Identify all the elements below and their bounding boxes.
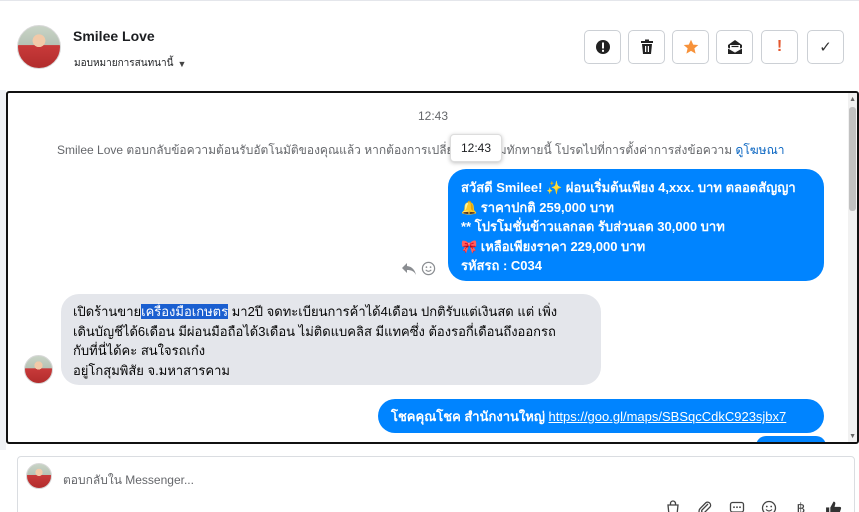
message-text: เปิดร้านขาย: [73, 304, 142, 319]
exclamation-icon: !: [776, 38, 783, 55]
caret-down-icon: ▼: [177, 58, 187, 69]
auto-reply-notice-text: Smilee Love ตอบกลับข้อความต้อนรับอัตโนมั…: [57, 143, 733, 157]
composer-toolbar: ฿: [664, 499, 842, 512]
mail-archive-icon: [727, 40, 742, 54]
star-button[interactable]: [672, 30, 709, 64]
message-line: เดินบัญชีได้6เดือน มีผ่อนมือถือได้3เดือน…: [73, 323, 556, 339]
sender-avatar: [24, 355, 53, 384]
outgoing-message[interactable]: สวัสดี Smilee! ✨ ผ่อนเริ่มต้นเพียง 4,xxx…: [448, 169, 824, 281]
message-line: 🎀 เหลือเพียงราคา 229,000 บาท: [461, 238, 646, 254]
map-link[interactable]: https://goo.gl/maps/SBSqcCdkC923sjbx7: [549, 409, 787, 424]
assign-conversation-dropdown[interactable]: มอบหมายการสนทนานี้ ▼: [74, 56, 186, 71]
page-avatar: [26, 463, 52, 489]
message-line: 🔔 ราคาปกติ 259,000 บาท: [461, 199, 614, 215]
contact-name[interactable]: Smilee Love: [73, 28, 155, 44]
mark-done-button[interactable]: ✓: [807, 30, 844, 64]
outgoing-message-partial[interactable]: [756, 436, 826, 442]
baht-icon[interactable]: ฿: [792, 499, 810, 512]
message-thread[interactable]: 12:43 Smilee Love ตอบกลับข้อความต้อนรับอ…: [6, 91, 859, 444]
trash-icon: [640, 39, 653, 54]
shopping-bag-icon[interactable]: [664, 499, 682, 512]
scroll-up-arrow-icon[interactable]: ▲: [849, 96, 856, 103]
emoji-icon[interactable]: [760, 499, 778, 512]
reply-icon[interactable]: [401, 262, 417, 276]
message-timestamp: 12:43: [418, 109, 449, 123]
message-actions: [401, 261, 436, 276]
alert-circle-icon: [595, 40, 610, 54]
emoji-react-icon[interactable]: [421, 261, 436, 276]
archive-button[interactable]: [716, 30, 753, 64]
assign-label: มอบหมายการสนทนานี้: [74, 58, 174, 69]
messenger-inbox-page: Smilee Love มอบหมายการสนทนานี้ ▼ ! ✓ 12:…: [0, 0, 859, 512]
avatar[interactable]: [17, 25, 61, 69]
scrollbar-thumb[interactable]: [849, 107, 856, 211]
timestamp-tooltip: 12:43: [450, 134, 503, 162]
message-line: สวัสดี Smilee! ✨ ผ่อนเริ่มต้นเพียง 4,xxx…: [461, 180, 796, 195]
attachment-icon[interactable]: [696, 499, 714, 512]
reply-input[interactable]: ตอบกลับใน Messenger...: [63, 471, 194, 490]
message-line: ** โปรโมชั่นข้าวแลกลด รับส่วนลด 30,000 บ…: [461, 219, 725, 234]
delete-button[interactable]: [628, 30, 665, 64]
star-icon: [683, 39, 698, 54]
scroll-down-arrow-icon[interactable]: ▼: [849, 433, 856, 440]
incoming-message[interactable]: เปิดร้านขายเครื่องมือเกษตร มา2ปี จดทะเบี…: [61, 294, 601, 385]
message-line: เปิดร้านขายเครื่องมือเกษตร มา2ปี จดทะเบี…: [73, 302, 589, 322]
message-line: รหัสรถ : C034: [461, 258, 542, 273]
message-text: โชคคุณโชค สำนักงานใหญ่: [391, 409, 545, 424]
auto-reply-notice: Smilee Love ตอบกลับข้อความต้อนรับอัตโนมั…: [57, 141, 797, 160]
view-ad-link[interactable]: ดูโฆษณา: [736, 143, 785, 157]
mark-important-button[interactable]: !: [761, 30, 798, 64]
scrollbar[interactable]: ▲ ▼: [848, 93, 857, 442]
message-text: มา2ปี จดทะเบียนการค้าได้4เดือน ปกติรับแต…: [228, 304, 558, 319]
reply-composer[interactable]: ตอบกลับใน Messenger... ฿: [17, 456, 855, 512]
thumbs-up-icon[interactable]: [824, 499, 842, 512]
selected-text: เครื่องมือเกษตร: [141, 304, 229, 319]
conversation-header: Smilee Love มอบหมายการสนทนานี้ ▼ ! ✓: [0, 0, 859, 90]
message-line: กับที่นี่ได้คะ สนใจรถเก๋ง: [73, 343, 206, 359]
saved-reply-icon[interactable]: [728, 499, 746, 512]
conversation-actions: ! ✓: [584, 30, 844, 64]
outgoing-message[interactable]: โชคคุณโชค สำนักงานใหญ่ https://goo.gl/ma…: [378, 399, 824, 433]
mark-spam-button[interactable]: [584, 30, 621, 64]
message-line: อยู่โกสุมพิสัย จ.มหาสารคาม: [73, 362, 230, 378]
check-icon: ✓: [819, 39, 832, 56]
